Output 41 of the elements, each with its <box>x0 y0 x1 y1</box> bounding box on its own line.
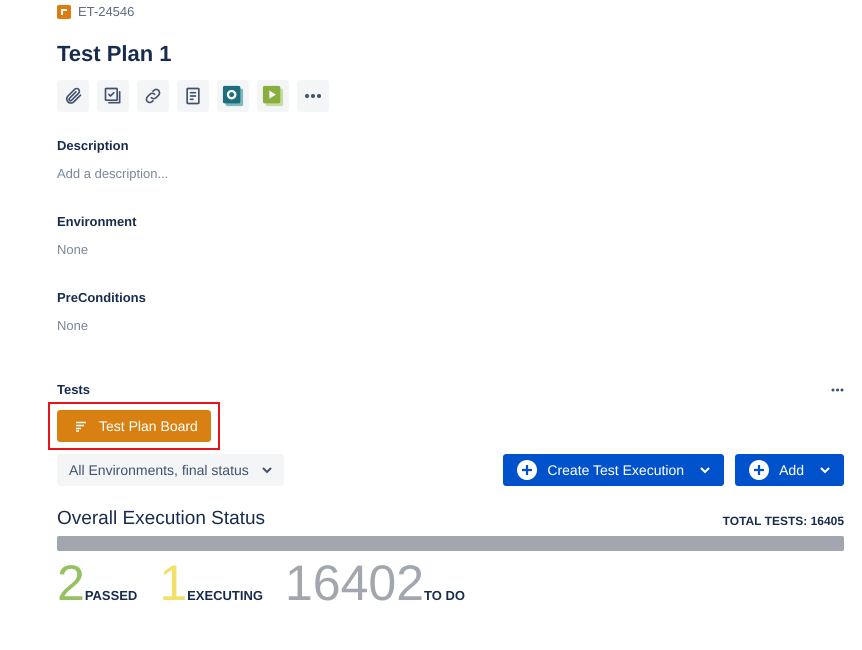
toolbar-button[interactable] <box>217 80 249 112</box>
environment-filter-dropdown[interactable]: All Environments, final status <box>57 454 284 486</box>
sort-icon <box>75 420 87 432</box>
status-count: 2 <box>57 563 85 603</box>
execution-status-title: Overall Execution Status <box>57 508 266 530</box>
total-tests: TOTAL TESTS: 16405 <box>722 513 844 530</box>
section-label: Tests <box>57 382 90 398</box>
create-test-execution-button[interactable]: Create Test Execution <box>503 454 724 486</box>
toolbar-button[interactable] <box>297 80 329 112</box>
play-icon <box>262 85 284 107</box>
issue-key[interactable]: ET-24546 <box>78 2 134 22</box>
field-label: Description <box>57 138 130 154</box>
toolbar-button[interactable] <box>177 80 209 112</box>
plus-icon <box>517 460 538 480</box>
plus-icon <box>749 460 770 480</box>
toolbar-button[interactable] <box>97 80 129 112</box>
field-label: Environment <box>57 214 138 230</box>
toolbar-button[interactable] <box>57 80 89 112</box>
app-icon <box>222 85 244 107</box>
field-value[interactable]: None <box>57 318 88 334</box>
field-label: PreConditions <box>57 290 147 306</box>
status-count: 1 <box>159 563 188 603</box>
status-count: 16402 <box>284 563 424 603</box>
more-icon <box>304 93 322 99</box>
toolbar-button[interactable] <box>137 80 169 112</box>
issue-type-icon <box>57 5 71 19</box>
paperclip-icon <box>63 86 83 106</box>
add-button[interactable]: Add <box>735 454 844 486</box>
test-plan-board-button[interactable]: Test Plan Board <box>57 410 211 442</box>
checklist-icon <box>103 86 123 106</box>
status-label: EXECUTING <box>187 589 263 603</box>
field-value[interactable]: None <box>57 242 88 258</box>
issue-title: Test Plan 1 <box>57 41 173 67</box>
chevron-down-icon <box>820 466 830 474</box>
status-label: TO DO <box>424 589 465 603</box>
chevron-down-icon <box>262 466 272 474</box>
status-label: PASSED <box>84 589 138 603</box>
field-value[interactable]: Add a description... <box>57 166 168 182</box>
chevron-down-icon <box>700 466 710 474</box>
more-icon[interactable] <box>831 388 844 392</box>
link-icon <box>143 86 163 106</box>
